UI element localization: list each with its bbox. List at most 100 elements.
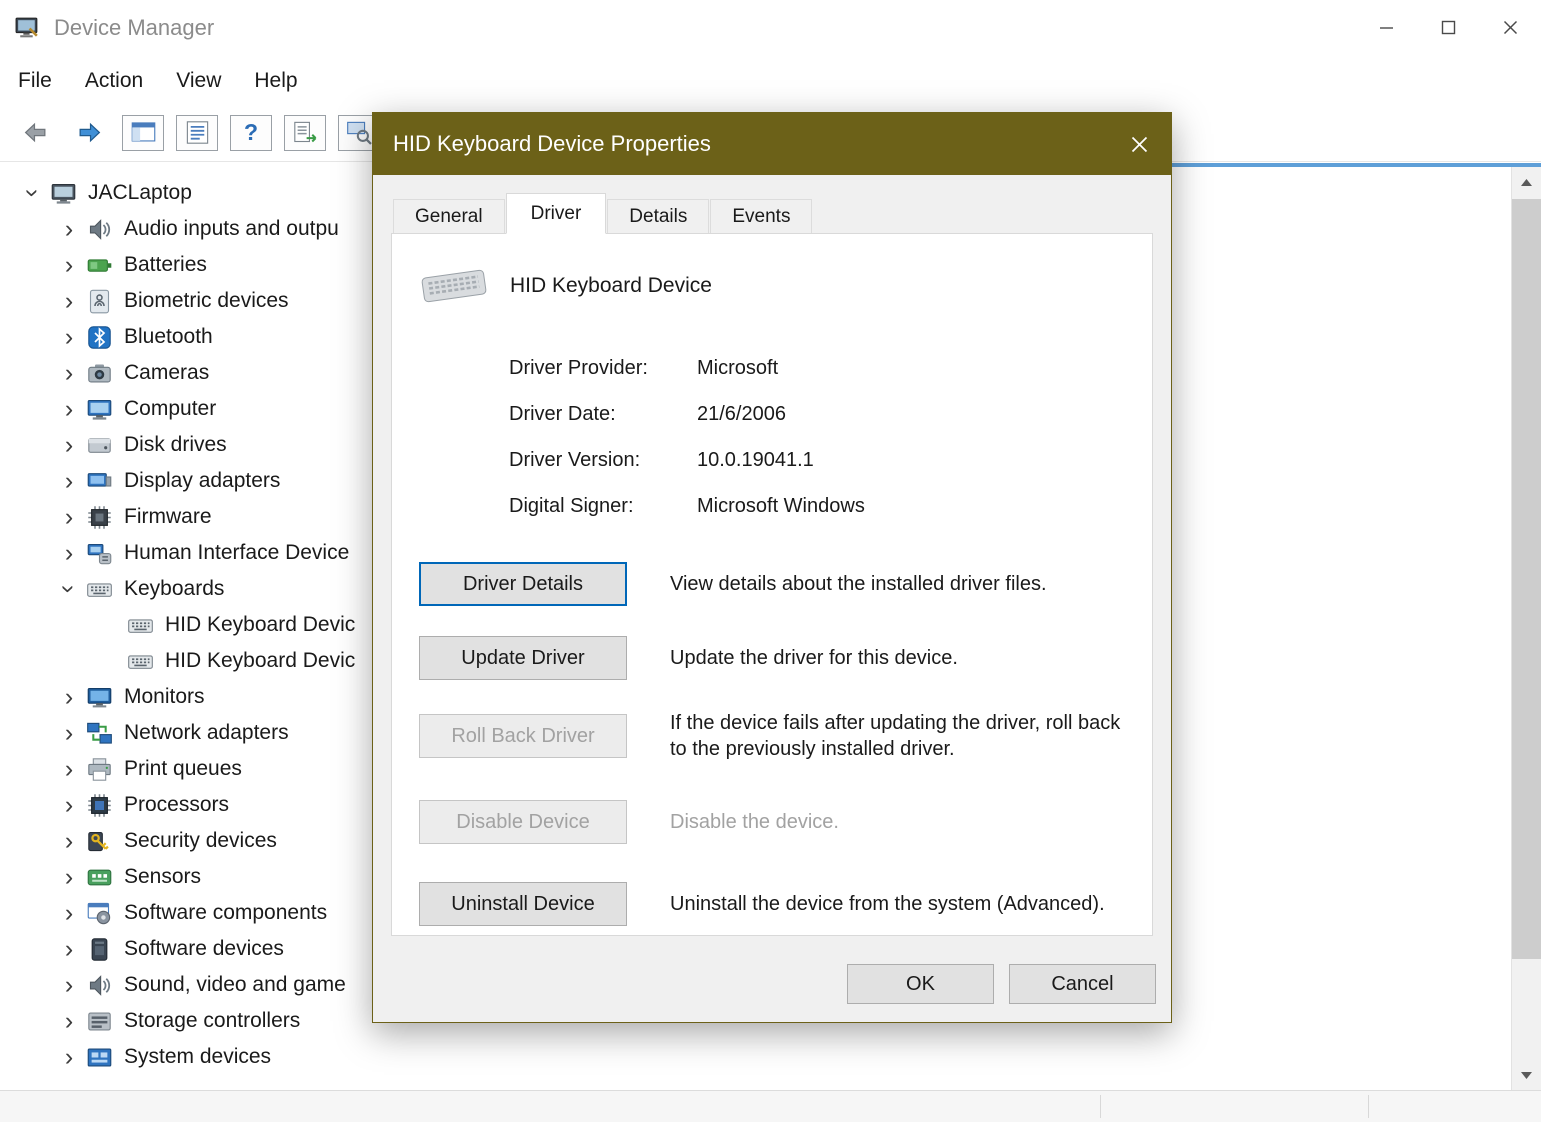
expand-chevron-icon[interactable]: › [52,1006,86,1036]
expand-chevron-icon[interactable]: › [52,286,86,316]
expand-chevron-icon[interactable]: › [52,250,86,280]
tree-item-system-devices[interactable]: › System devices [0,1039,1511,1075]
action-row-disable-device: Disable Device Disable the device. [419,800,1152,844]
disable-device-description: Disable the device. [670,811,839,833]
roll-back-driver-description: If the device fails after updating the d… [670,712,1121,760]
maximize-button[interactable] [1417,0,1479,54]
menu-help[interactable]: Help [254,69,297,93]
driver-field-driver-provider: Driver Provider: Microsoft [509,354,1152,382]
expand-chevron-icon[interactable]: › [52,898,86,928]
display-adapter-icon [86,467,116,495]
disk-icon [86,431,116,459]
driver-field-driver-date: Driver Date: 21/6/2006 [509,400,1152,428]
uninstall-device-button[interactable]: Uninstall Device [419,882,627,926]
tab-general[interactable]: General [393,199,505,233]
sensors-icon [86,863,116,891]
tree-item-label: Audio inputs and outpu [124,217,339,240]
network-icon [86,719,116,747]
collapse-chevron-icon[interactable]: › [54,572,84,606]
dialog-close-button[interactable] [1125,130,1153,158]
tree-item-label: Computer [124,397,217,420]
show-console-tree-icon[interactable] [122,114,164,151]
scroll-up-button[interactable] [1512,167,1541,197]
expand-chevron-icon[interactable]: › [52,430,86,460]
back-icon[interactable] [14,114,56,152]
expand-chevron-icon[interactable]: › [52,538,86,568]
tree-item-label: Sensors [124,865,202,888]
menu-action[interactable]: Action [85,69,143,93]
biometric-icon [86,287,116,315]
scrollbar-thumb[interactable] [1512,199,1541,959]
close-button[interactable] [1479,0,1541,54]
status-bar-divider [1368,1095,1369,1118]
expand-chevron-icon[interactable]: › [52,1042,86,1072]
expand-chevron-icon[interactable]: › [52,754,86,784]
tab-details[interactable]: Details [607,199,710,233]
status-bar [0,1090,1541,1122]
tree-item-label: Firmware [124,505,212,528]
driver-details-description: View details about the installed driver … [670,573,1047,595]
expand-chevron-icon[interactable]: › [52,358,86,388]
expand-chevron-icon[interactable]: › [52,466,86,496]
tree-item-label: Monitors [124,685,205,708]
tab-events[interactable]: Events [710,199,813,233]
dialog-tabs: General Driver Details Events [373,191,1171,234]
uninstall-device-description: Uninstall the device from the system (Ad… [670,893,1105,915]
vertical-scrollbar[interactable] [1511,167,1541,1090]
expand-chevron-icon[interactable]: › [52,826,86,856]
field-label: Driver Provider: [509,356,648,379]
expand-chevron-icon[interactable]: › [52,970,86,1000]
help-icon[interactable]: ? [230,114,272,151]
cancel-button[interactable]: Cancel [1009,964,1156,1004]
collapse-chevron-icon[interactable]: › [18,176,48,210]
driver-details-button[interactable]: Driver Details [419,562,627,606]
update-driver-button[interactable]: Update Driver [419,636,627,680]
expand-chevron-icon[interactable]: › [52,790,86,820]
driver-field-driver-version: Driver Version: 10.0.19041.1 [509,446,1152,474]
expand-chevron-icon[interactable]: › [52,718,86,748]
action-row-driver-details: Driver Details View details about the ins… [419,562,1152,606]
expand-chevron-icon[interactable]: › [52,682,86,712]
driver-tab-page: HID Keyboard Device Driver Provider: Micr… [391,233,1153,936]
forward-icon[interactable] [68,114,110,152]
expand-chevron-icon[interactable]: › [52,862,86,892]
tree-item-label: Network adapters [124,721,289,744]
action-row-update-driver: Update Driver Update the driver for this … [419,636,1152,680]
tree-item-label: Human Interface Device [124,541,350,564]
menu-file[interactable]: File [18,69,52,93]
dialog-title-bar: HID Keyboard Device Properties [373,113,1171,175]
field-value: Microsoft [697,356,779,379]
printer-icon [86,755,116,783]
tree-item-label: System devices [124,1045,272,1068]
menu-view[interactable]: View [176,69,221,93]
minimize-button[interactable] [1355,0,1417,54]
expand-chevron-icon[interactable]: › [52,502,86,532]
tree-pane-top-highlight [1172,163,1541,167]
export-list-icon[interactable] [284,114,326,151]
tree-item-label: Keyboards [124,577,225,600]
driver-field-digital-signer: Digital Signer: Microsoft Windows [509,492,1152,520]
window-title: Device Manager [54,15,215,40]
properties-icon[interactable] [176,114,218,151]
tree-item-label: Bluetooth [124,325,213,348]
menu-bar: File Action View Help [0,58,1541,104]
disable-device-button: Disable Device [419,800,627,844]
expand-chevron-icon[interactable]: › [52,394,86,424]
ok-button[interactable]: OK [847,964,994,1004]
scroll-down-button[interactable] [1512,1060,1541,1090]
device-header: HID Keyboard Device [418,264,1152,308]
expand-chevron-icon[interactable]: › [52,214,86,244]
sound-icon [86,971,116,999]
action-row-uninstall-device: Uninstall Device Uninstall the device fro… [419,882,1152,926]
field-label: Driver Version: [509,448,641,471]
camera-icon [86,359,116,387]
tree-item-label: Print queues [124,757,242,780]
tree-item-label: Sound, video and game [124,973,346,996]
tree-item-label: Storage controllers [124,1009,301,1032]
field-label: Driver Date: [509,402,616,425]
tab-driver[interactable]: Driver [505,193,607,234]
expand-chevron-icon[interactable]: › [52,934,86,964]
expand-chevron-icon[interactable]: › [52,322,86,352]
device-manager-window: Device Manager File Action View Help ? › JAC… [0,0,1541,1122]
tree-item-label: Biometric devices [124,289,289,312]
